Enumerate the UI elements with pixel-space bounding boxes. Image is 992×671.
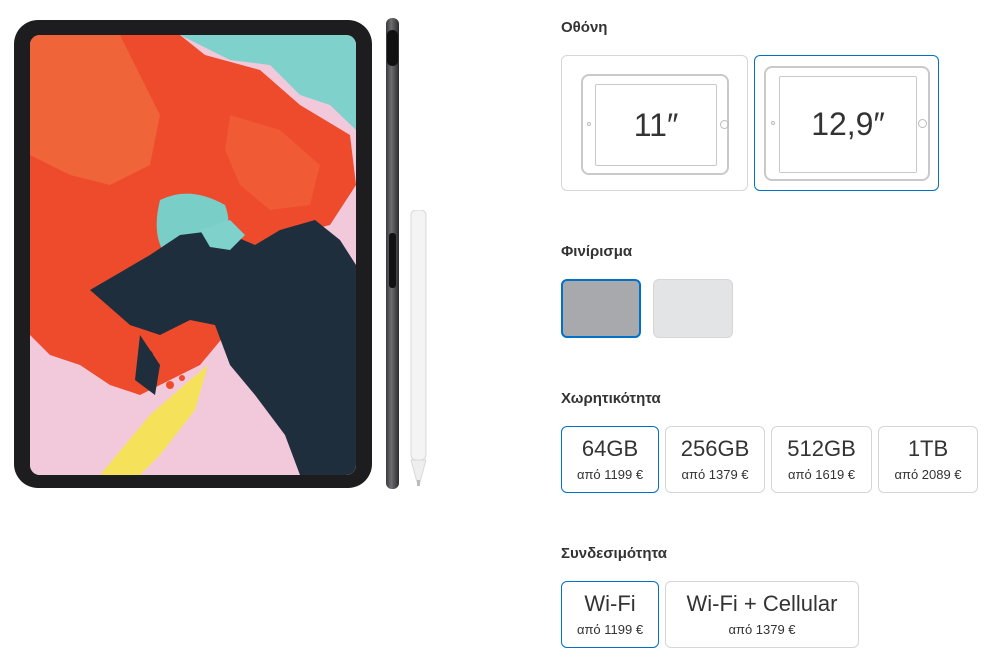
finish-swatch-silver[interactable] xyxy=(653,279,733,338)
connectivity-option-wifi-cellular[interactable]: Wi-Fi + Cellular από 1379 € xyxy=(665,581,859,648)
camera-bump xyxy=(387,30,398,66)
ipad-side-image xyxy=(386,18,399,489)
connectivity-price: από 1379 € xyxy=(728,622,796,637)
display-option-12-9[interactable]: 12,9″ xyxy=(754,55,939,191)
camera-dot xyxy=(771,121,775,125)
screen-outline: 12,9″ xyxy=(779,76,917,173)
connectivity-option-wifi[interactable]: Wi-Fi από 1199 € xyxy=(561,581,659,648)
storage-option-512gb[interactable]: 512GB από 1619 € xyxy=(771,426,872,493)
storage-price: από 1379 € xyxy=(681,467,749,482)
connectivity-label: Wi-Fi + Cellular xyxy=(686,591,838,616)
ipad-11-outline: 11″ xyxy=(581,74,729,175)
camera-dot xyxy=(587,122,591,126)
connectivity-section-title: Συνδεσιμότητα xyxy=(561,545,667,562)
display-size-label: 11″ xyxy=(633,106,679,143)
ipad-front-image xyxy=(14,20,372,488)
storage-option-256gb[interactable]: 256GB από 1379 € xyxy=(665,426,765,493)
storage-price: από 1619 € xyxy=(787,467,856,482)
finish-swatch-space-gray[interactable] xyxy=(561,279,641,338)
storage-capacity: 256GB xyxy=(680,436,750,461)
storage-price: από 1199 € xyxy=(576,467,644,482)
ipad-wallpaper xyxy=(30,35,356,475)
storage-price: από 2089 € xyxy=(894,467,962,482)
pencil-connector xyxy=(389,233,396,288)
product-image xyxy=(0,0,460,671)
storage-section-title: Χωρητικότητα xyxy=(561,390,661,407)
wallpaper-art xyxy=(30,35,356,475)
storage-capacity: 1TB xyxy=(907,436,949,461)
finish-section-title: Φινίρισμα xyxy=(561,243,633,260)
home-dot xyxy=(918,119,927,128)
display-size-label: 12,9″ xyxy=(811,106,885,142)
storage-capacity: 64GB xyxy=(581,436,639,461)
home-dot xyxy=(720,120,729,129)
storage-option-1tb[interactable]: 1TB από 2089 € xyxy=(878,426,978,493)
display-option-11[interactable]: 11″ xyxy=(561,55,748,191)
connectivity-price: από 1199 € xyxy=(576,622,644,637)
ipad-12-9-outline: 12,9″ xyxy=(764,66,930,181)
connectivity-label: Wi-Fi xyxy=(584,591,636,616)
display-section-title: Οθόνη xyxy=(561,19,608,36)
apple-pencil-image xyxy=(410,210,427,486)
screen-outline: 11″ xyxy=(595,84,717,166)
storage-option-64gb[interactable]: 64GB από 1199 € xyxy=(561,426,659,493)
storage-capacity: 512GB xyxy=(787,436,856,461)
